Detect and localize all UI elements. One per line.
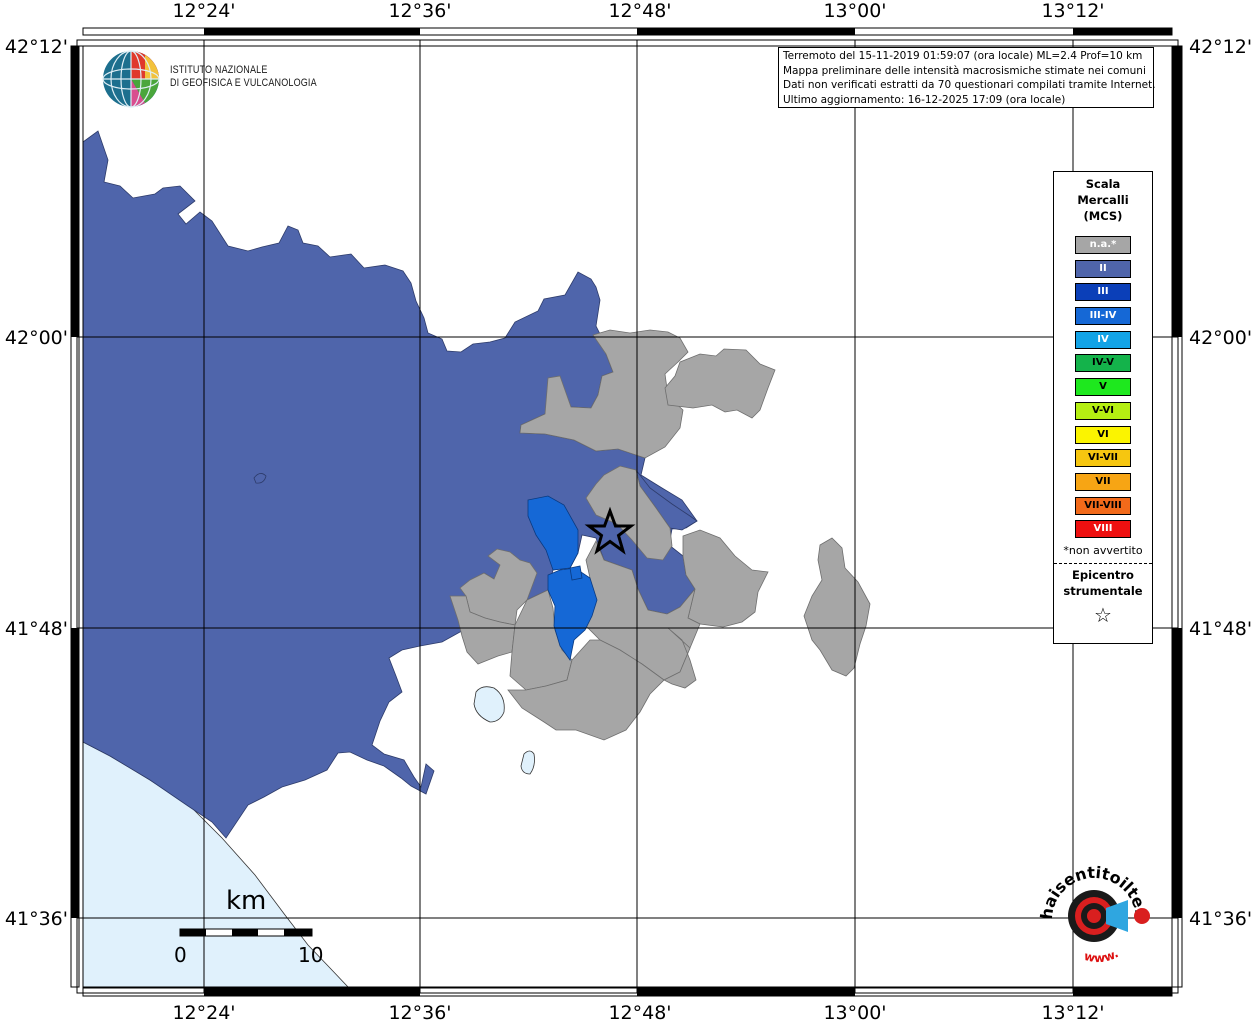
data-source-note: Dati non verificati estratti da 70 quest… — [783, 79, 1156, 91]
legend-items: n.a.* II III III-IV IV IV-V V V-VI VI VI-VII VII VI… — [1054, 236, 1152, 539]
lat-label-right: 41°36' — [1189, 908, 1252, 930]
logo-arc-sub: www. — [1083, 946, 1121, 965]
legend-item: n.a.* — [1075, 236, 1131, 254]
lat-label-left: 41°36' — [5, 908, 68, 930]
lon-label-top: 12°24' — [172, 0, 235, 22]
lon-label-top: 12°48' — [608, 0, 671, 22]
lon-label-top: 13°00' — [823, 0, 886, 22]
legend-separator — [1054, 562, 1152, 564]
axis-labels-right: 42°12' 42°00' 41°48' 41°36' — [1189, 36, 1252, 930]
legend-item: III — [1075, 283, 1131, 302]
lon-label-bottom: 12°24' — [172, 1002, 235, 1024]
legend-item: III-IV — [1075, 307, 1131, 326]
legend-title-line: Mercalli — [1077, 193, 1129, 207]
legend-item: IV — [1075, 330, 1131, 349]
legend-item: IV-V — [1075, 354, 1131, 373]
legend-item: II — [1075, 259, 1131, 278]
axis-labels-left: 42°12' 42°00' 41°48' 41°36' — [5, 36, 68, 930]
institute-name: ISTITUTO NAZIONALE DI GEOFISICA E VULCAN… — [170, 64, 317, 90]
event-info-box: Terremoto del 15-11-2019 01:59:07 (ora l… — [778, 47, 1156, 108]
institute-line1: ISTITUTO NAZIONALE — [170, 64, 268, 76]
scale-min: 0 — [174, 943, 187, 967]
lat-label-left: 41°48' — [5, 618, 68, 640]
lon-label-bottom: 13°12' — [1041, 1002, 1104, 1024]
legend-epicenter-label: Epicentro strumentale — [1054, 567, 1152, 599]
scale-bar — [179, 928, 313, 937]
scale-max: 10 — [298, 943, 324, 967]
institute-line2: DI GEOFISICA E VULCANOLOGIA — [170, 77, 317, 89]
legend-title: Scala Mercalli (MCS) — [1054, 176, 1152, 224]
svg-text:www.: www. — [1083, 946, 1121, 965]
lat-label-right: 42°12' — [1189, 36, 1252, 58]
legend-item: V — [1075, 378, 1131, 397]
lon-label-bottom: 13°00' — [823, 1002, 886, 1024]
lon-label-top: 13°12' — [1041, 0, 1104, 22]
legend-title-line: Scala — [1085, 177, 1121, 191]
legend-item: VI — [1075, 425, 1131, 444]
legend-item: VIII — [1075, 520, 1131, 539]
legend-item: V-VI — [1075, 401, 1131, 420]
intensity-legend: Scala Mercalli (MCS) n.a.* II III III-IV IV I… — [1053, 171, 1153, 644]
lat-label-right: 41°48' — [1189, 618, 1252, 640]
lat-label-left: 42°12' — [5, 36, 68, 58]
axis-labels-top: 12°24' 12°36' 12°48' 13°00' 13°12' — [172, 0, 1104, 22]
legend-title-line: (MCS) — [1083, 209, 1123, 223]
legend-item: VII-VIII — [1075, 496, 1131, 515]
legend-item: VII — [1075, 472, 1131, 491]
lat-label-left: 42°00' — [5, 327, 68, 349]
axis-labels-bottom: 12°24' 12°36' 12°48' 13°00' 13°12' — [172, 1002, 1104, 1024]
legend-epicenter-line: Epicentro — [1072, 567, 1134, 582]
lat-label-right: 42°00' — [1189, 327, 1252, 349]
legend-note: *non avvertito — [1063, 543, 1143, 557]
map-description: Mappa preliminare delle intensità macros… — [783, 64, 1146, 77]
ingv-logo-icon — [102, 50, 160, 108]
scale-unit: km — [226, 886, 267, 916]
lon-label-top: 12°36' — [388, 0, 451, 22]
last-update: Ultimo aggiornamento: 16-12-2025 17:09 (… — [783, 93, 1066, 106]
lon-label-bottom: 12°48' — [608, 1002, 671, 1024]
legend-item: VI-VII — [1075, 449, 1131, 468]
legend-epicenter-line: strumentale — [1063, 583, 1143, 598]
haisentito-logo-icon: haisentitoilterremoto.it www. — [1030, 860, 1151, 965]
lon-label-bottom: 12°36' — [388, 1002, 451, 1024]
legend-star-icon: ☆ — [1094, 602, 1112, 627]
event-line: Terremoto del 15-11-2019 01:59:07 (ora l… — [783, 50, 1143, 62]
